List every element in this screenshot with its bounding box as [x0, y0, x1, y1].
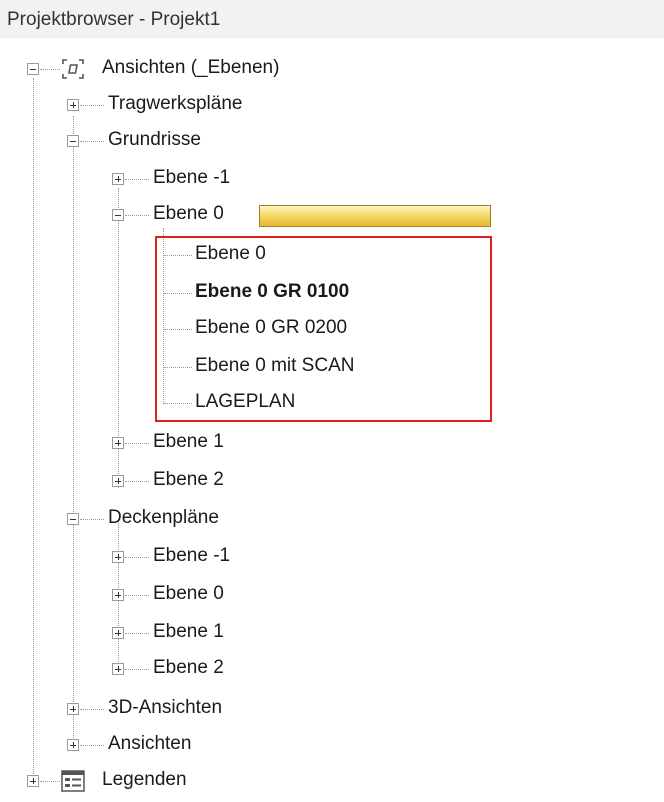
expand-toggle[interactable]	[112, 551, 124, 563]
tree-connector	[80, 745, 104, 746]
tree-label: 3D-Ansichten	[108, 697, 223, 718]
tree-node-decken-ebene-0[interactable]: Ebene 0	[0, 578, 664, 612]
tree-node-decken-ebene-1[interactable]: Ebene 1	[0, 616, 664, 650]
tree-label: Ebene -1	[153, 545, 231, 566]
tree-label: Tragwerkspläne	[108, 93, 243, 114]
tree-connector	[40, 69, 60, 70]
tree-node-decken-ebene-2[interactable]: Ebene 2	[0, 652, 664, 686]
tree-connector	[125, 179, 149, 180]
collapse-toggle[interactable]	[27, 63, 39, 75]
tree-node-3d-ansichten[interactable]: 3D-Ansichten	[0, 692, 664, 726]
tree-label: Ebene 1	[153, 621, 224, 642]
expand-toggle[interactable]	[27, 775, 39, 787]
tree-connector	[40, 781, 60, 782]
tree-node-grundriss-ebene-2[interactable]: Ebene 2	[0, 464, 664, 498]
tree-connector	[80, 141, 104, 142]
tree-label: Ebene 2	[153, 657, 224, 678]
expand-toggle[interactable]	[112, 475, 124, 487]
expand-toggle[interactable]	[67, 99, 79, 111]
collapse-toggle[interactable]	[67, 513, 79, 525]
collapse-toggle[interactable]	[67, 135, 79, 147]
expand-toggle[interactable]	[112, 437, 124, 449]
tree-label: Ebene -1	[153, 167, 231, 188]
tree-node-tragwerksplaene[interactable]: Tragwerkspläne	[0, 88, 664, 122]
tree-node-grundriss-ebene-1[interactable]: Ebene 1	[0, 426, 664, 460]
tree-connector	[125, 481, 149, 482]
tree-node-decken-ebene-m1[interactable]: Ebene -1	[0, 540, 664, 574]
tree-connector	[80, 105, 104, 106]
expand-toggle[interactable]	[67, 739, 79, 751]
expand-toggle[interactable]	[112, 173, 124, 185]
tree-label: Ebene 2	[153, 469, 224, 490]
tree-connector	[125, 633, 149, 634]
tree-node-legenden[interactable]: Legenden	[0, 764, 664, 798]
tree-label: Ansichten (_Ebenen)	[102, 57, 280, 78]
tree-label: Ansichten	[108, 733, 192, 754]
tree-node-deckenplaene[interactable]: Deckenpläne	[0, 502, 664, 536]
expand-toggle[interactable]	[67, 703, 79, 715]
tree-label: Grundrisse	[108, 129, 201, 150]
selection-highlight-box	[155, 236, 492, 422]
tree-label: Ebene 1	[153, 431, 224, 452]
tree-connector	[125, 669, 149, 670]
tree-node-root[interactable]: Ansichten (_Ebenen)	[0, 52, 664, 86]
tree-label: Deckenpläne	[108, 507, 219, 528]
tree-connector	[80, 709, 104, 710]
tree-node-grundriss-ebene-m1[interactable]: Ebene -1	[0, 162, 664, 196]
tree-label: Ebene 0	[153, 583, 224, 604]
highlight-marker	[259, 205, 491, 227]
tree-connector	[80, 519, 104, 520]
tree-label: Legenden	[102, 769, 187, 790]
legend-icon	[61, 770, 85, 792]
tree-node-grundrisse[interactable]: Grundrisse	[0, 124, 664, 158]
tree-label: Ebene 0	[153, 203, 224, 224]
expand-toggle[interactable]	[112, 589, 124, 601]
tree-connector	[125, 595, 149, 596]
tree-connector	[125, 557, 149, 558]
tree-connector	[125, 443, 149, 444]
collapse-toggle[interactable]	[112, 209, 124, 221]
window-title: Projektbrowser - Projekt1	[7, 9, 221, 30]
project-browser-title: Projektbrowser - Projekt1	[0, 0, 664, 38]
tree-connector	[125, 215, 149, 216]
tree-node-ansichten[interactable]: Ansichten	[0, 728, 664, 762]
expand-toggle[interactable]	[112, 627, 124, 639]
views-icon	[62, 59, 84, 79]
expand-toggle[interactable]	[112, 663, 124, 675]
